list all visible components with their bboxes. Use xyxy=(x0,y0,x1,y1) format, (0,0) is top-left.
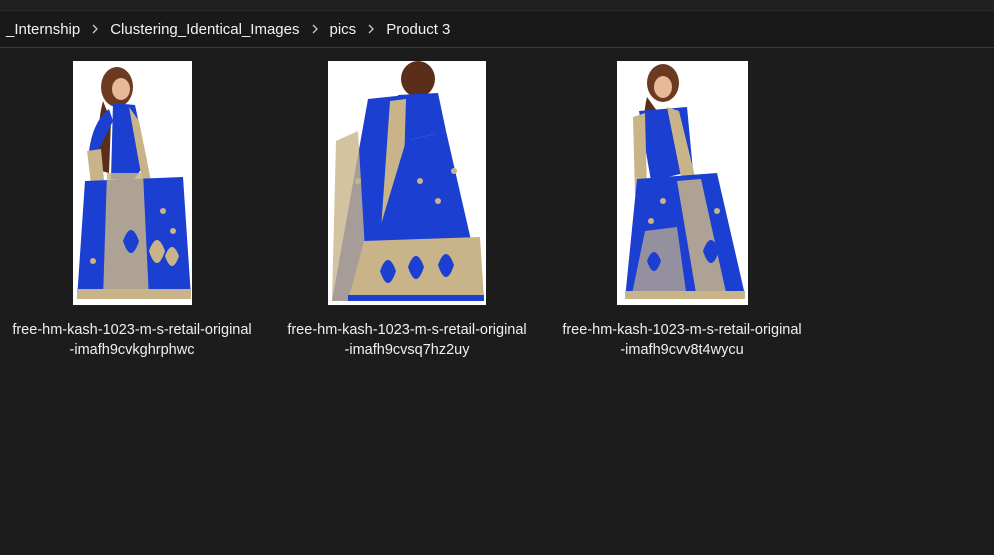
file-name: free-hm-kash-1023-m-s-retail-original -i… xyxy=(287,320,526,360)
file-name: free-hm-kash-1023-m-s-retail-original -i… xyxy=(12,320,251,360)
saree-thumbnail xyxy=(328,61,486,305)
file-name-line-2: -imafh9cvsq7hz2uy xyxy=(344,342,470,358)
file-name-line-1: free-hm-kash-1023-m-s-retail-original xyxy=(562,322,802,338)
file-item[interactable]: free-hm-kash-1023-m-s-retail-original -i… xyxy=(547,61,817,360)
thumbnail-frame xyxy=(616,61,748,311)
file-name-line-2: -imafh9cvkghrphwc xyxy=(69,342,195,358)
file-list-area[interactable]: free-hm-kash-1023-m-s-retail-original -i… xyxy=(0,49,994,555)
file-name-line-1: free-hm-kash-1023-m-s-retail-original xyxy=(12,322,252,338)
file-name: free-hm-kash-1023-m-s-retail-original -i… xyxy=(562,320,801,360)
breadcrumb[interactable]: _Internship Clustering_Identical_Images … xyxy=(0,11,994,48)
title-bar-strip xyxy=(0,0,994,11)
chevron-right-icon xyxy=(84,24,106,34)
chevron-right-icon xyxy=(304,24,326,34)
thumbnail-frame xyxy=(72,61,192,311)
breadcrumb-item-internship[interactable]: _Internship xyxy=(2,17,84,42)
chevron-right-icon xyxy=(360,24,382,34)
saree-thumbnail xyxy=(616,61,748,305)
file-name-line-1: free-hm-kash-1023-m-s-retail-original xyxy=(287,322,527,338)
breadcrumb-item-product-3[interactable]: Product 3 xyxy=(382,17,454,42)
thumbnail-frame xyxy=(328,61,486,311)
saree-thumbnail xyxy=(72,61,192,305)
file-item[interactable]: free-hm-kash-1023-m-s-retail-original -i… xyxy=(0,61,267,360)
file-item[interactable]: free-hm-kash-1023-m-s-retail-original -i… xyxy=(272,61,542,360)
breadcrumb-item-clustering[interactable]: Clustering_Identical_Images xyxy=(106,17,303,42)
breadcrumb-item-pics[interactable]: pics xyxy=(326,17,361,42)
file-name-line-2: -imafh9cvv8t4wycu xyxy=(620,342,744,358)
